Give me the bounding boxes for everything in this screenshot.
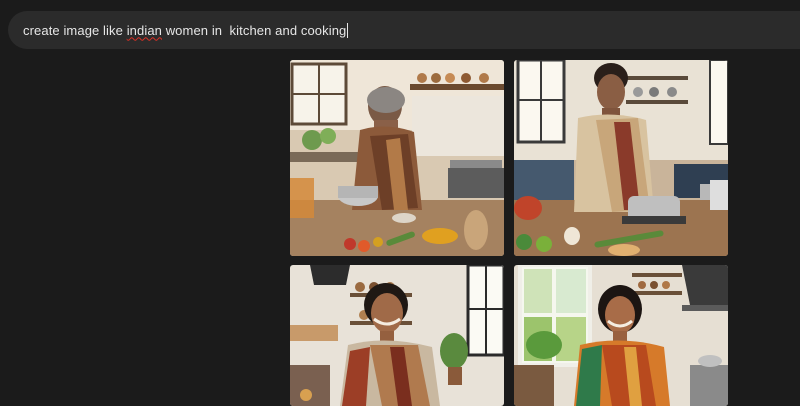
result-image-3[interactable] bbox=[290, 265, 504, 406]
kitchen-image-3 bbox=[290, 265, 504, 406]
result-image-1[interactable] bbox=[290, 60, 504, 256]
result-image-2[interactable] bbox=[514, 60, 728, 256]
prompt-input[interactable]: create image like indian women in kitche… bbox=[8, 11, 800, 49]
prompt-text-after: women in kitchen and cooking bbox=[161, 22, 347, 38]
result-image-4[interactable] bbox=[514, 265, 728, 406]
prompt-text: create image like indian women in kitche… bbox=[23, 23, 346, 38]
misspelled-word: indian bbox=[126, 22, 162, 38]
kitchen-image-2 bbox=[514, 60, 728, 256]
prompt-text-before: create image like bbox=[23, 22, 127, 38]
text-caret bbox=[347, 22, 349, 38]
kitchen-image-1 bbox=[290, 60, 504, 256]
image-results-grid bbox=[290, 60, 728, 406]
kitchen-image-4 bbox=[514, 265, 728, 406]
